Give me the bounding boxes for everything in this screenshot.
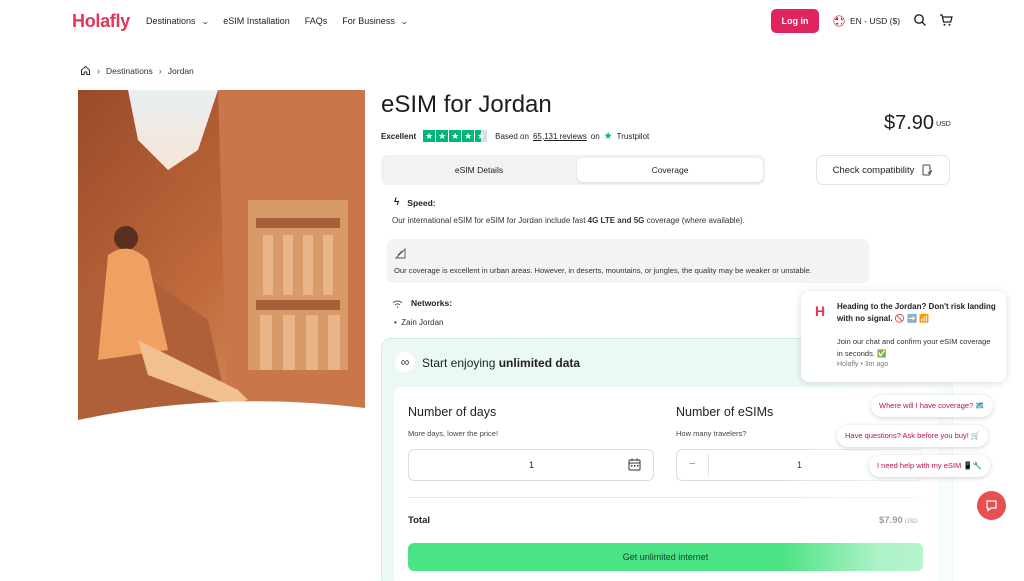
chat-headline: Heading to the Jordan? Don't risk landin… [837,302,996,323]
get-unlimited-internet-button[interactable]: Get unlimited internet [408,543,923,571]
plan-heading: Start enjoying unlimited data [422,356,580,370]
product-tabs: eSIM Details Coverage [381,155,765,185]
calendar-icon[interactable] [628,458,641,471]
chat-bubble-icon [986,500,997,512]
total-price: $7.90 USD [879,515,917,526]
speed-bold: 4G LTE and 5G [587,216,645,225]
plan-heading-bold: unlimited data [498,356,581,370]
speed-text-1: Our international eSIM for eSIM for Jord… [392,216,588,225]
product-title: eSIM for Jordan [381,91,552,118]
total-price-value: $7.90 [879,515,903,526]
main-nav: Destinations ⌄ eSIM Installation FAQs For… [146,16,423,26]
reviews-prefix: Based on [495,131,529,141]
networks-heading: Networks: [392,298,452,308]
rating-bar: Excellent ★ ★ ★ ★ ★ Based on 65,131 revi… [381,130,649,142]
tab-coverage[interactable]: Coverage [577,158,763,182]
price-currency: USD [936,121,951,128]
phone-check-icon [922,164,933,176]
days-value: 1 [529,460,535,470]
network-name: Zain Jordan [401,318,444,327]
infinity-icon: ∞ [395,352,415,372]
nav-destinations-label: Destinations [146,16,196,26]
nav-esim-installation[interactable]: eSIM Installation [223,16,290,26]
holafly-logo[interactable]: Holafly [72,11,130,32]
speed-heading: ϟ Speed: [394,197,436,208]
quick-reply-coverage[interactable]: Where will I have coverage? 🗺️ [871,395,993,417]
minus-button[interactable]: − [689,458,695,470]
days-input[interactable]: 1 [408,449,654,481]
check-compatibility-button[interactable]: Check compatibility [816,155,950,185]
chevron-down-icon: ⌄ [200,16,210,26]
networks-title: Networks: [411,298,453,308]
star-icon: ★ [436,130,449,142]
plan-divider [408,497,922,498]
nav-for-business-label: For Business [342,16,395,26]
site-header: Holafly Destinations ⌄ eSIM Installation … [0,0,1024,44]
plan-heading-prefix: Start enjoying [422,356,499,370]
star-icon: ★ [462,130,475,142]
product-price: $7.90 USD [884,112,951,135]
star-icon: ★ [423,130,436,142]
star-icon: ★ [449,130,462,142]
chevron-down-icon: ⌄ [399,16,409,26]
coverage-notice-text: Our coverage is excellent in urban areas… [394,266,812,275]
login-button[interactable]: Log in [771,9,819,33]
chat-launcher-button[interactable] [977,491,1006,520]
breadcrumb-separator: › [158,65,162,76]
search-icon[interactable] [913,13,927,27]
trustpilot-stars: ★ ★ ★ ★ ★ [423,130,488,142]
rating-label: Excellent [381,131,417,141]
tab-esim-details[interactable]: eSIM Details [384,158,574,182]
nav-for-business[interactable]: For Business ⌄ [342,16,409,26]
half-star-icon: ★ [475,130,488,142]
jordan-petra-photo [78,90,365,432]
nav-destinations[interactable]: Destinations ⌄ [146,16,210,26]
nav-esim-installation-label: eSIM Installation [223,16,290,26]
uk-flag-icon [834,16,844,26]
trustpilot-star-icon: ★ [603,130,613,142]
days-hint: More days, lower the price! [408,429,499,438]
trustpilot-label: Trustpilot [616,131,650,141]
stepper-divider [708,454,709,477]
esims-value: 1 [797,460,803,470]
chat-popup[interactable]: H Heading to the Jordan? Don't risk land… [801,291,1006,382]
home-icon[interactable] [80,65,91,76]
esims-hint: How many travelers? [676,429,747,438]
quick-reply-help[interactable]: I need help with my eSIM 📱🔧 [869,455,990,477]
network-list-item: • Zain Jordan [394,318,444,327]
speed-text-2: coverage (where available). [644,216,745,225]
chat-meta: Holafly • 3m ago [837,361,889,368]
wifi-icon [392,300,403,308]
nav-faqs[interactable]: FAQs [305,16,328,26]
nav-faqs-label: FAQs [304,16,328,26]
breadcrumb: › Destinations › Jordan [80,65,194,76]
total-price-currency: USD [904,519,918,525]
breadcrumb-destinations[interactable]: Destinations [106,66,153,76]
signal-warning-icon [395,248,406,259]
reviews-on: on [590,131,600,141]
check-compatibility-label: Check compatibility [832,164,915,176]
holafly-chat-logo: H [815,303,826,319]
esims-label: Number of eSIMs [676,405,774,419]
breadcrumb-separator: › [97,65,100,76]
chat-body: Join our chat and confirm your eSIM cove… [837,337,991,358]
days-label: Number of days [408,405,497,419]
breadcrumb-jordan: Jordan [167,65,194,76]
speed-description: Our international eSIM for eSIM for Jord… [392,216,745,225]
language-selector[interactable]: EN - USD ($) [834,16,900,26]
speed-title: Speed: [407,197,436,208]
quick-reply-questions[interactable]: Have questions? Ask before you buy! 🛒 [837,425,989,447]
total-label: Total [408,515,430,526]
coverage-notice [387,239,869,283]
reviews-link[interactable]: 65,131 reviews [533,132,587,141]
cart-icon[interactable] [939,13,953,27]
price-value: $7.90 [884,112,935,134]
lightning-icon: ϟ [394,197,400,208]
language-label: EN - USD ($) [850,16,901,26]
